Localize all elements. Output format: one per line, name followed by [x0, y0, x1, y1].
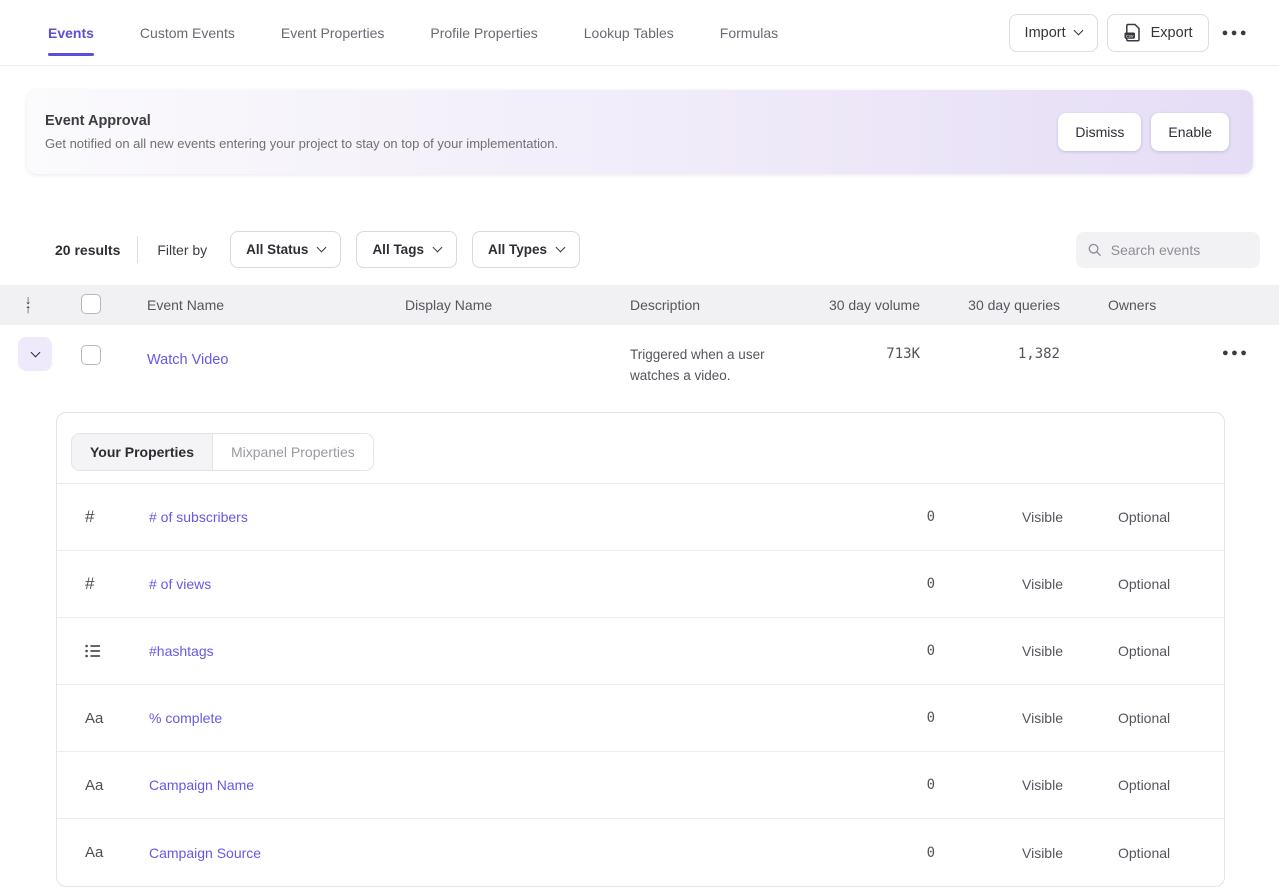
property-requirement: Optional	[1110, 710, 1224, 726]
property-row: Aa Campaign Source 0 Visible Optional	[57, 819, 1224, 886]
nav-tabs: Events Custom Events Event Properties Pr…	[48, 21, 778, 45]
property-queries: 0	[815, 576, 935, 592]
tags-filter-label: All Tags	[372, 242, 424, 257]
status-filter-label: All Status	[246, 242, 308, 257]
property-row: # # of subscribers 0 Visible Optional	[57, 484, 1224, 551]
property-requirement: Optional	[1110, 777, 1224, 793]
property-name-link[interactable]: % complete	[149, 710, 222, 726]
select-all-checkbox[interactable]	[81, 294, 101, 314]
types-filter-label: All Types	[488, 242, 547, 257]
import-button-label: Import	[1025, 25, 1066, 41]
property-name-link[interactable]: # of views	[149, 576, 211, 592]
collapse-all-icon[interactable]: ↓ ↑	[0, 294, 56, 316]
tab-your-properties[interactable]: Your Properties	[72, 434, 213, 470]
property-name-link[interactable]: #hashtags	[149, 643, 214, 659]
text-icon: Aa	[57, 710, 149, 727]
property-row: # # of views 0 Visible Optional	[57, 551, 1224, 618]
tab-profile-properties[interactable]: Profile Properties	[430, 21, 537, 45]
property-name-link[interactable]: Campaign Name	[149, 777, 254, 793]
svg-text:csv: csv	[1126, 34, 1134, 39]
top-navigation: Events Custom Events Event Properties Pr…	[0, 0, 1279, 66]
description-cell: Triggered when a user watches a video.	[612, 337, 800, 386]
property-requirement: Optional	[1110, 643, 1224, 659]
toolbar-more-icon[interactable]: ●●●	[1218, 21, 1253, 45]
search-icon	[1088, 242, 1102, 258]
row-checkbox[interactable]	[81, 345, 101, 365]
import-button[interactable]: Import	[1009, 14, 1098, 52]
property-requirement: Optional	[1110, 509, 1224, 525]
chevron-down-icon	[556, 243, 566, 253]
column-header-volume: 30 day volume	[800, 297, 920, 313]
export-button[interactable]: csv Export	[1107, 14, 1209, 52]
property-row: Aa Campaign Name 0 Visible Optional	[57, 752, 1224, 819]
banner-title: Event Approval	[45, 113, 558, 129]
types-filter-dropdown[interactable]: All Types	[472, 231, 580, 268]
property-name-link[interactable]: Campaign Source	[149, 845, 261, 861]
property-queries: 0	[815, 845, 935, 861]
property-visibility: Visible	[935, 643, 1110, 659]
property-row: #hashtags 0 Visible Optional	[57, 618, 1224, 685]
search-events-box[interactable]	[1076, 232, 1260, 268]
property-queries: 0	[815, 509, 935, 525]
property-visibility: Visible	[935, 845, 1110, 861]
column-header-display-name: Display Name	[387, 297, 612, 313]
hash-icon: #	[57, 507, 149, 527]
column-header-description: Description	[612, 297, 800, 313]
status-filter-dropdown[interactable]: All Status	[230, 231, 341, 268]
queries-cell: 1,382	[920, 337, 1060, 362]
properties-panel: Your Properties Mixpanel Properties # # …	[56, 412, 1225, 887]
filter-by-label: Filter by	[157, 242, 207, 258]
property-visibility: Visible	[935, 777, 1110, 793]
collapse-row-button[interactable]	[18, 337, 52, 371]
property-visibility: Visible	[935, 576, 1110, 592]
property-visibility: Visible	[935, 710, 1110, 726]
property-visibility: Visible	[935, 509, 1110, 525]
results-count: 20 results	[55, 242, 120, 258]
property-row: Aa % complete 0 Visible Optional	[57, 685, 1224, 752]
property-queries: 0	[815, 710, 935, 726]
search-input[interactable]	[1111, 242, 1248, 258]
property-requirement: Optional	[1110, 845, 1224, 861]
export-button-label: Export	[1151, 25, 1193, 41]
events-table-header: ↓ ↑ Event Name Display Name Description …	[0, 285, 1279, 325]
property-name-link[interactable]: # of subscribers	[149, 509, 248, 525]
tab-event-properties[interactable]: Event Properties	[281, 21, 385, 45]
properties-tab-switcher: Your Properties Mixpanel Properties	[71, 433, 374, 471]
text-icon: Aa	[57, 844, 149, 861]
chevron-down-icon	[317, 243, 327, 253]
event-approval-banner: Event Approval Get notified on all new e…	[27, 90, 1253, 174]
column-header-event-name: Event Name	[104, 297, 387, 313]
dismiss-button[interactable]: Dismiss	[1058, 113, 1141, 151]
text-icon: Aa	[57, 777, 149, 794]
tags-filter-dropdown[interactable]: All Tags	[356, 231, 457, 268]
property-queries: 0	[815, 643, 935, 659]
property-requirement: Optional	[1110, 576, 1224, 592]
column-header-owners: Owners	[1060, 297, 1190, 313]
csv-file-icon: csv	[1123, 23, 1142, 42]
chevron-down-icon	[1073, 26, 1083, 36]
chevron-down-icon	[30, 347, 40, 357]
property-queries: 0	[815, 777, 935, 793]
tab-lookup-tables[interactable]: Lookup Tables	[584, 21, 674, 45]
banner-description: Get notified on all new events entering …	[45, 136, 558, 151]
divider	[137, 236, 138, 263]
column-header-queries: 30 day queries	[920, 297, 1060, 313]
table-row: Watch Video Triggered when a user watche…	[0, 325, 1279, 412]
tab-mixpanel-properties[interactable]: Mixpanel Properties	[213, 434, 373, 470]
tab-custom-events[interactable]: Custom Events	[140, 21, 235, 45]
tab-formulas[interactable]: Formulas	[720, 21, 778, 45]
row-more-icon[interactable]: ●●●	[1218, 341, 1253, 365]
chevron-down-icon	[433, 243, 443, 253]
event-name-link[interactable]: Watch Video	[104, 337, 228, 368]
tab-events[interactable]: Events	[48, 21, 94, 45]
filter-bar: 20 results Filter by All Status All Tags…	[0, 231, 1279, 268]
enable-button[interactable]: Enable	[1151, 113, 1229, 151]
volume-cell: 713K	[800, 337, 920, 362]
hash-icon: #	[57, 574, 149, 594]
list-icon	[57, 644, 149, 658]
